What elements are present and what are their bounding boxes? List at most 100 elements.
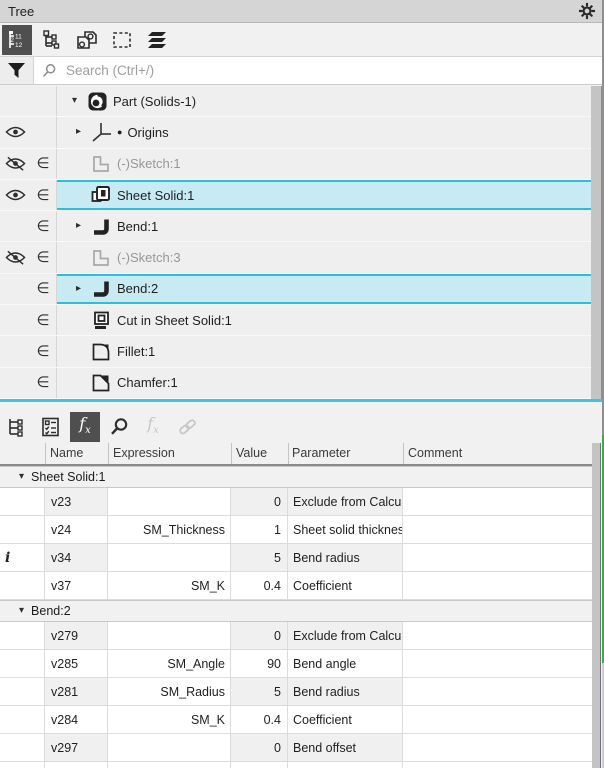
variable-row[interactable]: v281 SM_Radius 5 Bend radius [0, 678, 592, 706]
eye-hidden-icon[interactable] [0, 155, 30, 172]
element-of-icon: ∈ [30, 281, 56, 296]
search-variables-button[interactable] [104, 412, 134, 442]
relations-button[interactable] [72, 25, 102, 55]
column-header-parameter[interactable]: Parameter [292, 446, 350, 460]
variable-value: 0.4 [231, 706, 288, 734]
link-button [172, 412, 202, 442]
variable-expression[interactable]: SM_Radius [108, 678, 231, 706]
variable-expression[interactable] [108, 622, 231, 650]
variables-table: ▾ Sheet Solid:1 v23 0 Exclude from Calcu… [0, 466, 592, 768]
tree-row-sheet-solid[interactable]: ∈ Sheet Solid:1 [0, 180, 591, 211]
element-of-icon: ∈ [30, 188, 56, 203]
variable-parameter: Sheet solid thickness [288, 516, 403, 544]
search-field[interactable] [34, 57, 604, 84]
variable-name: v34 [45, 544, 108, 572]
tree-row-bend1[interactable]: ∈ ▸ Bend:1 [0, 211, 591, 242]
tree-row-origins[interactable]: ▸ ● Origins [0, 117, 591, 148]
expand-arrow-icon[interactable]: ▸ [76, 284, 90, 294]
tree-toolbar: 11 12 2 [0, 24, 592, 56]
eye-icon[interactable] [0, 188, 30, 202]
variable-name: v299 [45, 762, 108, 768]
variable-name: v281 [45, 678, 108, 706]
variable-comment[interactable] [403, 762, 592, 768]
column-header-name[interactable]: Name [50, 446, 83, 460]
table-scrollbar[interactable] [592, 443, 600, 768]
marquee-select-button[interactable] [107, 25, 137, 55]
section-title: Sheet Solid:1 [31, 470, 105, 484]
expand-arrow-icon[interactable]: ▾ [72, 96, 86, 106]
tree-structure-button[interactable] [37, 25, 67, 55]
variable-row[interactable]: v297 0 Bend offset [0, 734, 592, 762]
variable-row[interactable]: v285 SM_Angle 90 Bend angle [0, 650, 592, 678]
tree-item-label: Fillet:1 [117, 344, 155, 359]
variable-parameter: Exclude from Calculation [288, 488, 403, 516]
section-title: Bend:2 [31, 604, 71, 618]
variable-comment[interactable] [403, 622, 592, 650]
variable-comment[interactable] [403, 516, 592, 544]
tree-scrollbar[interactable] [591, 86, 601, 399]
variables-table-header: Name Expression Value Parameter Comment [0, 443, 592, 466]
fillet-icon [90, 341, 112, 363]
variables-toolbar: fx fx [0, 402, 592, 443]
layers-button[interactable] [142, 25, 172, 55]
variable-value: 1 [231, 516, 288, 544]
variable-row[interactable]: v299 0 Angle of bend 1 [0, 762, 592, 768]
column-header-expression[interactable]: Expression [113, 446, 175, 460]
column-header-value[interactable]: Value [236, 446, 267, 460]
collapse-arrow-icon[interactable]: ▾ [19, 472, 24, 482]
fx-icon: fx [79, 416, 91, 436]
variable-expression[interactable] [108, 734, 231, 762]
tree-item-label: Origins [127, 125, 168, 140]
section-header-bend2[interactable]: ▾ Bend:2 [0, 600, 592, 622]
variable-comment[interactable] [403, 678, 592, 706]
variable-comment[interactable] [403, 650, 592, 678]
tree-row-sketch1[interactable]: ∈ (-)Sketch:1 [0, 149, 591, 180]
variable-row[interactable]: v24 SM_Thickness 1 Sheet solid thickness [0, 516, 592, 544]
variable-row[interactable]: v284 SM_K 0.4 Coefficient [0, 706, 592, 734]
tree-view-button[interactable] [2, 412, 32, 442]
tree-row-part[interactable]: ▾ Part (Solids-1) [0, 86, 591, 117]
variable-row[interactable]: v279 0 Exclude from Calculation [0, 622, 592, 650]
eye-hidden-icon[interactable] [0, 249, 30, 266]
bend-icon [90, 215, 112, 237]
variable-expression[interactable] [108, 488, 231, 516]
search-input[interactable] [64, 62, 604, 79]
variable-comment[interactable] [403, 544, 592, 572]
expand-arrow-icon[interactable]: ▸ [76, 127, 90, 137]
expand-arrow-icon[interactable]: ▸ [76, 221, 90, 231]
variable-expression[interactable]: SM_Thickness [108, 516, 231, 544]
variable-row[interactable]: i v34 5 Bend radius [0, 544, 592, 572]
variable-expression[interactable]: SM_K [108, 706, 231, 734]
tree-row-chamfer[interactable]: ∈ Chamfer:1 [0, 368, 591, 399]
variable-expression[interactable] [108, 544, 231, 572]
tree-row-bend2[interactable]: ∈ ▸ Bend:2 [0, 274, 591, 305]
variable-row[interactable]: v23 0 Exclude from Calculation [0, 488, 592, 516]
eye-icon[interactable] [0, 125, 30, 139]
tree-item-label: Chamfer:1 [117, 375, 178, 390]
tree-row-fillet[interactable]: ∈ Fillet:1 [0, 336, 591, 367]
tree-item-label: Bend:1 [117, 219, 158, 234]
variable-comment[interactable] [403, 572, 592, 600]
tree-row-cut-in-sheet-solid[interactable]: ∈ Cut in Sheet Solid:1 [0, 305, 591, 336]
variable-comment[interactable] [403, 734, 592, 762]
variable-comment[interactable] [403, 706, 592, 734]
panel-titlebar: Tree [0, 0, 604, 23]
variable-row[interactable]: v37 SM_K 0.4 Coefficient [0, 572, 592, 600]
variable-comment[interactable] [403, 488, 592, 516]
collapse-arrow-icon[interactable]: ▾ [19, 606, 24, 616]
tree-row-sketch3[interactable]: ∈ (-)Sketch:3 [0, 242, 591, 273]
tree-numbered-button[interactable]: 11 12 2 [2, 25, 32, 55]
variable-name: v23 [45, 488, 108, 516]
variable-expression[interactable] [108, 762, 231, 768]
table-scrollbar-border [600, 443, 601, 768]
filter-button[interactable] [0, 57, 34, 84]
variable-expression[interactable]: SM_K [108, 572, 231, 600]
variable-expression[interactable]: SM_Angle [108, 650, 231, 678]
fx-variables-button[interactable]: fx [70, 412, 100, 442]
section-header-sheet-solid[interactable]: ▾ Sheet Solid:1 [0, 466, 592, 488]
element-of-icon: ∈ [30, 250, 56, 265]
tree-item-label: Cut in Sheet Solid:1 [117, 313, 232, 328]
column-header-comment[interactable]: Comment [408, 446, 462, 460]
gear-icon[interactable] [578, 2, 596, 20]
parameters-list-button[interactable] [36, 412, 66, 442]
